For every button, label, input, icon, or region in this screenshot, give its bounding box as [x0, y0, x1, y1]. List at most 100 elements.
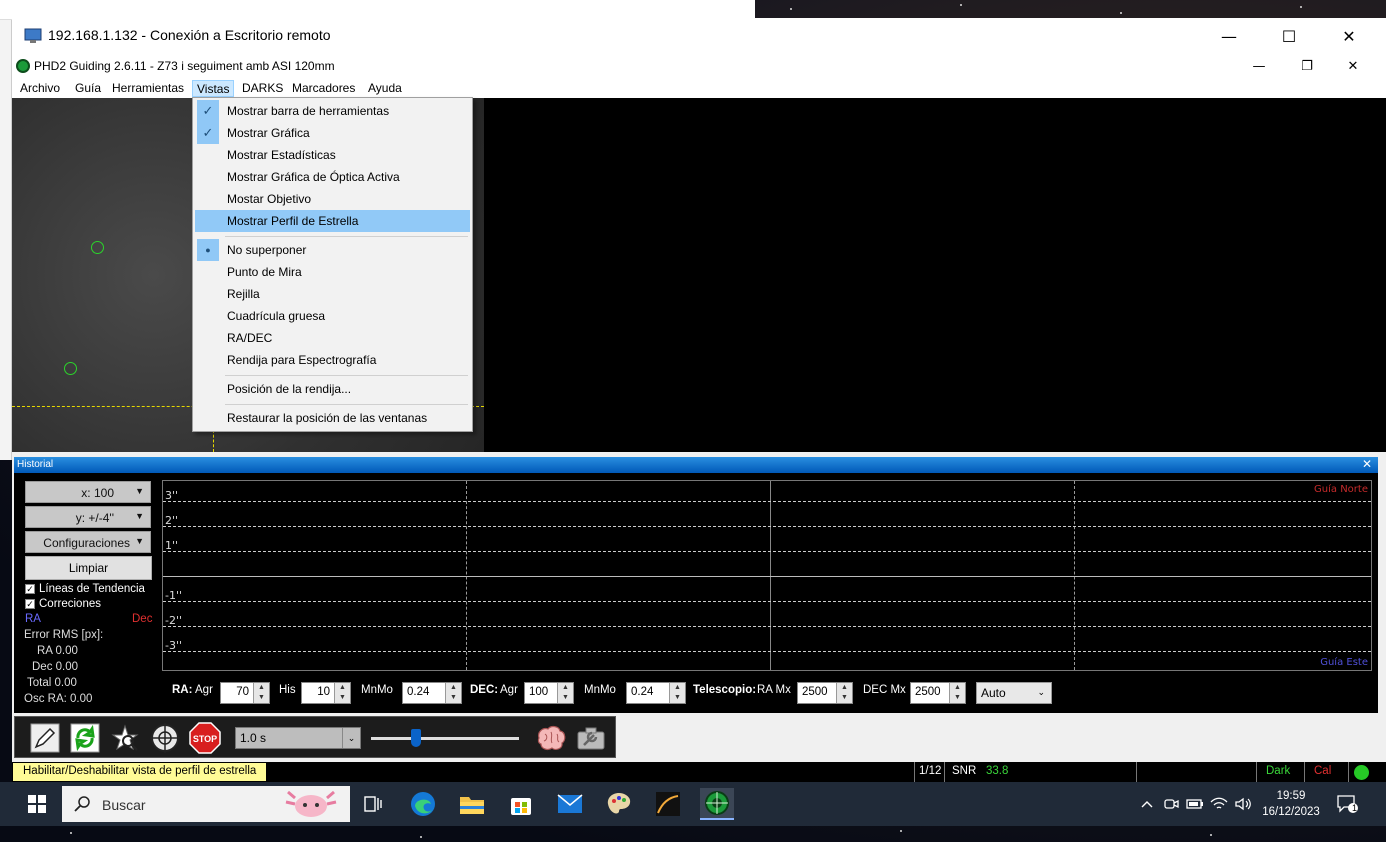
stop-icon: STOP — [189, 722, 221, 754]
ra-minmove-spinner[interactable]: 0.24 ▲ ▼ — [402, 682, 462, 704]
dec-aggression-spinner[interactable]: 100 ▲ ▼ — [524, 682, 574, 704]
taskbar-clock[interactable]: 19:59 16/12/2023 — [1258, 788, 1324, 820]
taskbar-paint[interactable] — [602, 788, 636, 820]
taskbar-app-astro[interactable] — [651, 788, 685, 820]
dec-agr-label: Agr — [500, 684, 518, 696]
x-scale-combo[interactable]: x: 100 ▼ — [25, 481, 151, 503]
show-hidden-icons-button[interactable] — [1136, 788, 1158, 820]
taskbar-store[interactable] — [504, 788, 538, 820]
menu-item-bullseye[interactable]: Punto de Mira — [195, 261, 470, 283]
tray-wifi[interactable] — [1208, 788, 1230, 820]
frame-counter: 1/12 — [919, 765, 942, 777]
start-button[interactable] — [20, 788, 54, 820]
ra-hysteresis-value: 10 — [317, 686, 330, 698]
tray-volume[interactable] — [1232, 788, 1254, 820]
spinner-arrows-icon: ▲ ▼ — [836, 683, 852, 703]
guide-button[interactable] — [149, 722, 181, 754]
windows-logo-icon — [28, 795, 46, 813]
remote-close-button[interactable]: ✕ — [1320, 18, 1378, 54]
corrections-checkbox[interactable]: ✓ Correciones — [25, 598, 101, 610]
status-divider — [1256, 762, 1257, 782]
menu-item-label: No superponer — [227, 243, 307, 257]
guide-north-label: Guía Norte — [1314, 484, 1368, 495]
taskbar-edge[interactable] — [406, 788, 440, 820]
menu-herramientas[interactable]: Herramientas — [108, 80, 188, 97]
tray-battery[interactable] — [1184, 788, 1206, 820]
camera-wrench-icon — [577, 727, 605, 750]
remote-minimize-button[interactable]: — — [1200, 18, 1258, 54]
x-scale-value: x: 100 — [81, 486, 114, 500]
ra-aggression-spinner[interactable]: 70 ▲ ▼ — [220, 682, 270, 704]
y-axis-label: 3'' — [165, 489, 179, 502]
menu-item-no-overlay[interactable]: ● No superponer — [195, 239, 470, 261]
dec-max-label: DEC Mx — [863, 684, 906, 696]
windows-taskbar: Buscar 19:59 16/12/2023 1 — [0, 782, 1386, 826]
menu-item-show-stats[interactable]: Mostrar Estadísticas — [195, 144, 470, 166]
status-bar: Habilitar/Deshabilitar vista de perfil d… — [12, 762, 1386, 782]
chevron-down-icon: ⌄ — [342, 728, 360, 748]
phd2-title: PHD2 Guiding 2.6.11 - Z73 i seguiment am… — [34, 59, 335, 73]
mail-icon — [557, 794, 583, 813]
menu-item-show-star-profile[interactable]: Mostrar Perfil de Estrella — [195, 210, 470, 232]
menu-item-show-ao-graph[interactable]: Mostrar Gráfica de Óptica Activa — [195, 166, 470, 188]
exposure-select[interactable]: 1.0 s ⌄ — [235, 727, 361, 749]
menu-item-radec[interactable]: RA/DEC — [195, 327, 470, 349]
camera-icon — [1164, 799, 1179, 809]
tray-meet-now[interactable] — [1160, 788, 1182, 820]
taskbar-phd2[interactable] — [700, 788, 734, 820]
menu-vistas[interactable]: Vistas — [192, 80, 235, 97]
rms-ra: RA 0.00 — [37, 645, 78, 657]
menu-darks[interactable]: DARKS — [238, 80, 287, 97]
clear-button[interactable]: Limpiar — [25, 556, 152, 580]
loop-button[interactable] — [69, 722, 101, 754]
stop-button[interactable]: STOP — [189, 722, 221, 754]
menu-ayuda[interactable]: Ayuda — [364, 80, 406, 97]
ra-max-spinner[interactable]: 2500 ▲ ▼ — [797, 682, 853, 704]
task-view-button[interactable] — [356, 788, 390, 820]
spinner-arrows-icon: ▲ ▼ — [557, 683, 573, 703]
advanced-settings-button[interactable] — [535, 722, 567, 754]
menu-marcadores[interactable]: Marcadores — [288, 80, 359, 97]
check-icon: ✓ — [197, 122, 219, 144]
menu-item-show-toolbar[interactable]: ✓ Mostrar barra de herramientas — [195, 100, 470, 122]
history-panel: x: 100 ▼ y: +/-4'' ▼ Configuraciones ▼ L… — [14, 473, 1378, 713]
dec-minmove-spinner[interactable]: 0.24 ▲ ▼ — [626, 682, 686, 704]
menu-item-spectrograph-slit[interactable]: Rendija para Espectrografía — [195, 349, 470, 371]
taskbar-mail[interactable] — [553, 788, 587, 820]
taskbar-search-box[interactable]: Buscar — [62, 786, 350, 822]
dec-legend: Dec — [132, 613, 153, 625]
menu-archivo[interactable]: Archivo — [16, 80, 64, 97]
dec-mode-select[interactable]: Auto ⌄ — [976, 682, 1052, 704]
remote-maximize-button[interactable]: ☐ — [1260, 18, 1318, 54]
y-scale-combo[interactable]: y: +/-4'' ▼ — [25, 506, 151, 528]
menu-item-slit-position[interactable]: Posición de la rendija... — [195, 378, 470, 400]
menu-item-show-graph[interactable]: ✓ Mostrar Gráfica — [195, 122, 470, 144]
gamma-slider[interactable] — [367, 727, 525, 749]
phd2-close-button[interactable]: ✕ — [1324, 54, 1382, 78]
auto-select-star-button[interactable] — [109, 722, 141, 754]
taskbar-file-explorer[interactable] — [455, 788, 489, 820]
status-divider — [914, 762, 915, 782]
dec-max-spinner[interactable]: 2500 ▲ ▼ — [910, 682, 966, 704]
ra-hysteresis-spinner[interactable]: 10 ▲ ▼ — [301, 682, 351, 704]
menu-item-show-target[interactable]: Mostar Objetivo — [195, 188, 470, 210]
ra-max-value: 2500 — [802, 686, 828, 698]
trend-lines-checkbox[interactable]: ✓ Líneas de Tendencia — [25, 583, 145, 595]
store-icon — [511, 798, 531, 815]
status-divider — [1304, 762, 1305, 782]
menu-guia[interactable]: Guía — [71, 80, 105, 97]
menu-item-restore-windows[interactable]: Restaurar la posición de las ventanas — [195, 407, 470, 429]
gear-connect-button[interactable] — [29, 722, 61, 754]
menu-item-grid[interactable]: Rejilla — [195, 283, 470, 305]
menu-item-coarse-grid[interactable]: Cuadrícula gruesa — [195, 305, 470, 327]
rms-title: Error RMS [px]: — [24, 629, 104, 641]
spinner-arrows-icon: ▲ ▼ — [445, 683, 461, 703]
notification-center-button[interactable]: 1 — [1330, 788, 1364, 820]
camera-settings-button[interactable] — [575, 722, 607, 754]
history-close-button[interactable]: ✕ — [1362, 457, 1372, 471]
slider-thumb[interactable] — [411, 729, 421, 747]
y-axis-label: -1'' — [165, 589, 183, 602]
trend-lines-label: Líneas de Tendencia — [39, 583, 145, 595]
settings-combo[interactable]: Configuraciones ▼ — [25, 531, 151, 553]
rms-total: Total 0.00 — [27, 677, 77, 689]
